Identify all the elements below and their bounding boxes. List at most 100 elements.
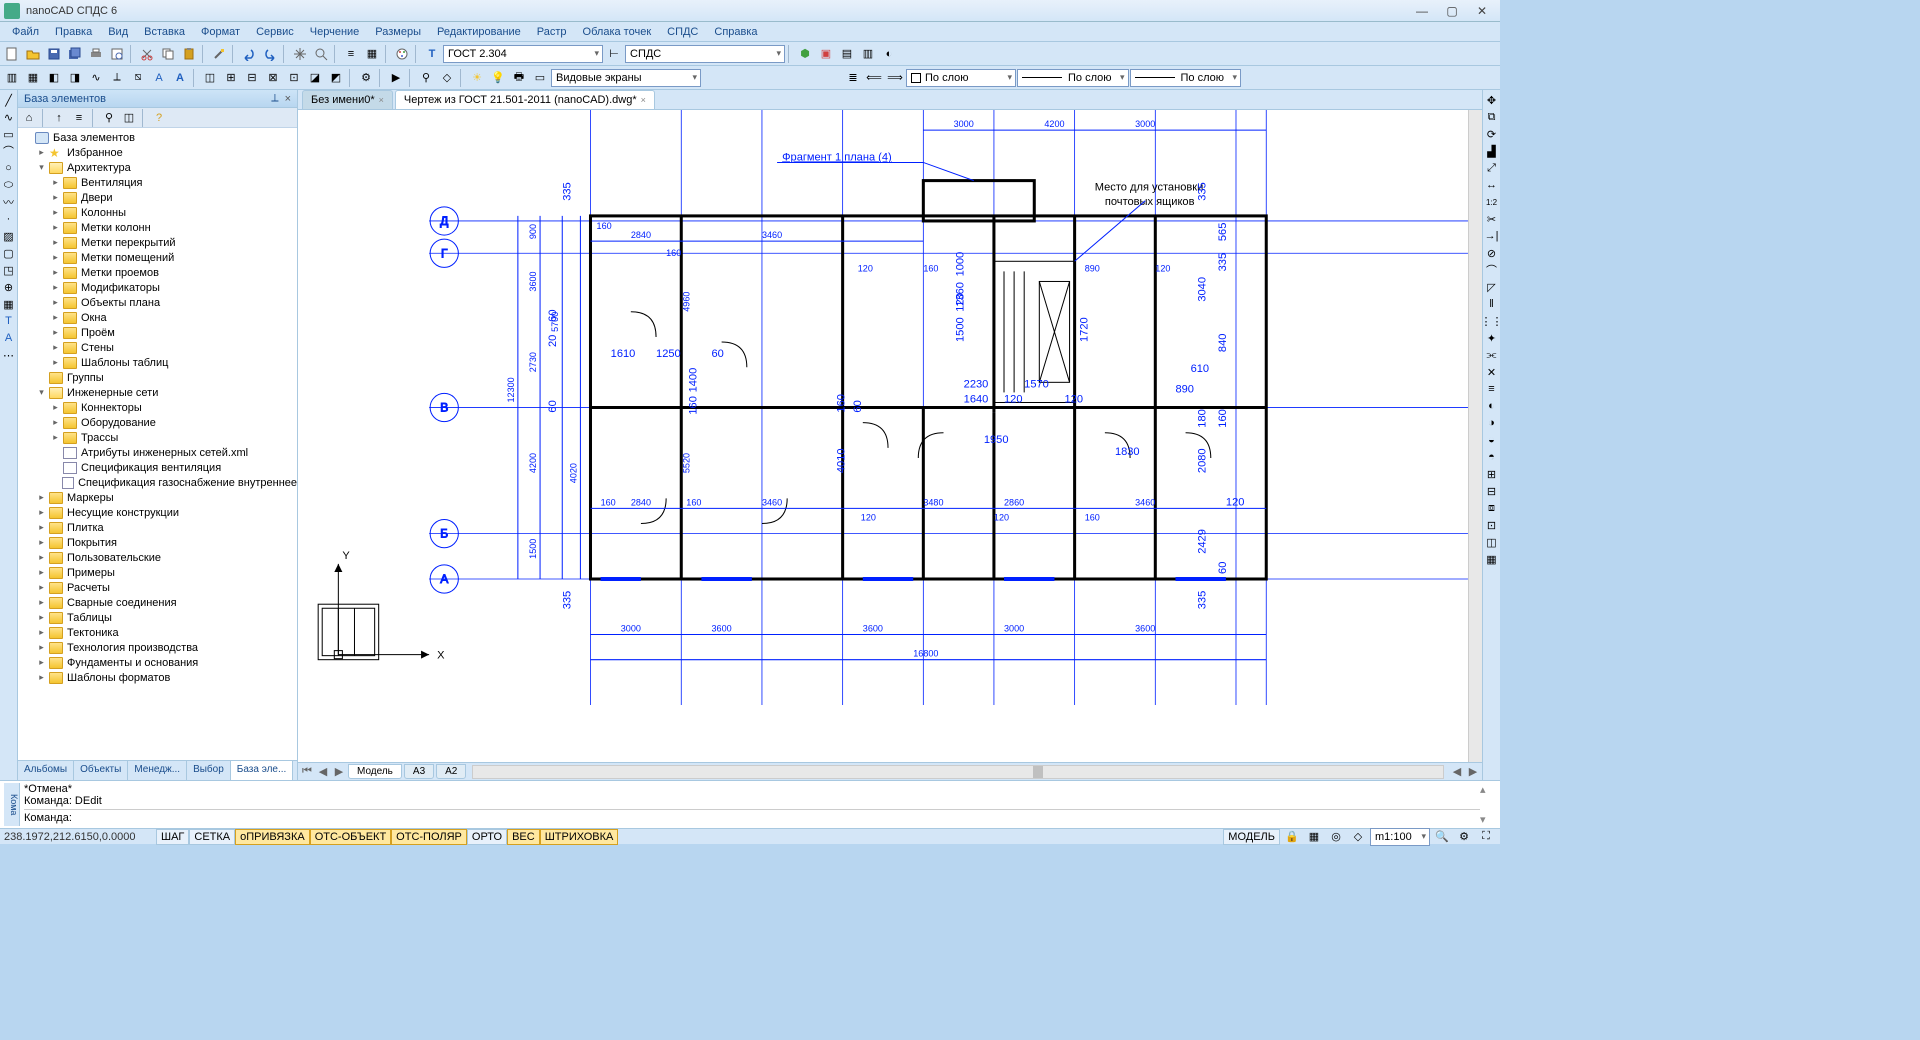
layer1-icon[interactable]: ▥ [2,68,22,88]
app4-icon[interactable]: ▥ [858,44,878,64]
point-tool-icon[interactable]: · [1,211,17,227]
r-mirror-icon[interactable]: ▟ [1484,143,1500,159]
line-tool-icon[interactable]: ╱ [1,92,17,108]
zoom-icon[interactable] [311,44,331,64]
tree-view-icon[interactable]: ◫ [120,110,138,126]
menu-размеры[interactable]: Размеры [367,24,429,40]
layer3-icon[interactable]: ◧ [44,68,64,88]
r-explode-icon[interactable]: ✦ [1484,330,1500,346]
ls2-icon[interactable]: ⊞ [221,68,241,88]
extra1-icon[interactable]: ◇ [437,68,457,88]
status-ВЕС[interactable]: ВЕС [507,829,540,845]
r-array-icon[interactable]: ⋮⋮ [1484,313,1500,329]
tree-find-icon[interactable]: ⚲ [100,110,118,126]
layermgr-icon[interactable]: ≣ [843,68,863,88]
tree-node[interactable]: ▸Вентиляция [18,175,297,190]
insert-tool-icon[interactable]: ⊕ [1,279,17,295]
tree-node[interactable]: ▸Объекты плана [18,295,297,310]
app2-icon[interactable]: ▣ [816,44,836,64]
st-zoom-icon[interactable]: 🔍 [1432,827,1452,847]
tree-node[interactable]: ▸Модификаторы [18,280,297,295]
panel-tab[interactable]: Объекты [74,761,128,780]
tree-node[interactable]: ▸Стены [18,340,297,355]
save-icon[interactable] [44,44,64,64]
play-icon[interactable]: ▶ [386,68,406,88]
sun-icon[interactable]: ☀ [467,68,487,88]
mtext-icon[interactable]: A [170,68,190,88]
status-СЕТКА[interactable]: СЕТКА [189,829,235,845]
tree-node[interactable]: Атрибуты инженерных сетей.xml [18,445,297,460]
r-ex10-icon[interactable]: ▦ [1484,551,1500,567]
tree-node[interactable]: ▾Инженерные сети [18,385,297,400]
r-ex6-icon[interactable]: ⊟ [1484,483,1500,499]
panel-tab[interactable]: База эле... [231,761,294,780]
r-move-icon[interactable]: ✥ [1484,92,1500,108]
new-icon[interactable] [2,44,22,64]
tree-help-icon[interactable]: ? [150,110,168,126]
menu-редактирование[interactable]: Редактирование [429,24,529,40]
st-expand-icon[interactable]: ⛶ [1476,827,1496,847]
tree-node[interactable]: ▸Сварные соединения [18,595,297,610]
close-button[interactable]: ✕ [1468,2,1496,20]
dimstyle-combo[interactable]: СПДС [625,45,785,63]
tree-node[interactable]: ▸Метки колонн [18,220,297,235]
menu-черчение[interactable]: Черчение [302,24,368,40]
status-оПРИВЯЗКА[interactable]: оПРИВЯЗКА [235,829,310,845]
tree-node[interactable]: ▸Метки проемов [18,265,297,280]
tree-node[interactable]: ▸Трассы [18,430,297,445]
r-copy-icon[interactable]: ⧉ [1484,109,1500,125]
layernext-icon[interactable]: ⟹ [885,68,905,88]
menu-сервис[interactable]: Сервис [248,24,302,40]
polyline-icon[interactable]: ∿ [86,68,106,88]
open-icon[interactable] [23,44,43,64]
status-ОТС-ОБЪЕКТ[interactable]: ОТС-ОБЪЕКТ [310,829,391,845]
measure-icon[interactable]: ⟂ [107,68,127,88]
model-tab[interactable]: Модель [348,764,402,779]
scale-combo[interactable]: m1:100 [1370,828,1430,846]
tree-node[interactable]: ▸Окна [18,310,297,325]
v-scrollbar[interactable] [1468,110,1482,762]
hsb-left-icon[interactable]: ◀ [1450,765,1464,778]
textstyle-icon[interactable]: T [422,44,442,64]
r-chamfer-icon[interactable]: ◸ [1484,279,1500,295]
paste-icon[interactable] [179,44,199,64]
st-lock-icon[interactable]: 🔒 [1282,827,1302,847]
status-ШТРИХОВКА[interactable]: ШТРИХОВКА [540,829,619,845]
menu-вид[interactable]: Вид [100,24,136,40]
ls7-icon[interactable]: ◩ [326,68,346,88]
r-trim-icon[interactable]: ✂ [1484,211,1500,227]
ls4-icon[interactable]: ⊠ [263,68,283,88]
menu-справка[interactable]: Справка [706,24,765,40]
pan-icon[interactable] [290,44,310,64]
panel-tab[interactable]: Альбомы [18,761,74,780]
tree-node[interactable]: ▸Пользовательские [18,550,297,565]
app5-icon[interactable]: ◐ [879,44,899,64]
h-scrollbar[interactable] [472,765,1444,779]
minimize-button[interactable]: — [1408,2,1436,20]
command-line[interactable]: Кома *Отмена* Команда: DEdit Команда: ▴▾ [0,780,1500,828]
r-join-icon[interactable]: ⫘ [1484,347,1500,363]
dimstyle-icon[interactable]: ⊢ [604,44,624,64]
panel-close-icon[interactable]: × [285,93,291,105]
doc-tab[interactable]: Чертеж из ГОСТ 21.501-2011 (nanoCAD).dwg… [395,90,655,109]
tree-node[interactable]: ▸Фундаменты и основания [18,655,297,670]
tree-node[interactable]: ▸Покрытия [18,535,297,550]
text-tool-icon[interactable]: T [1,313,17,329]
layout-tab-a3[interactable]: А3 [404,764,434,779]
r-stretch-icon[interactable]: ↔ [1484,177,1500,193]
status-ШАГ[interactable]: ШАГ [156,829,189,845]
tree-node[interactable]: ▸Колонны [18,205,297,220]
text-icon[interactable]: A [149,68,169,88]
copyprops-icon[interactable] [209,44,229,64]
r-break-icon[interactable]: ⊘ [1484,245,1500,261]
more-tool-icon[interactable]: ⋯ [1,347,17,363]
panel-title-bar[interactable]: База элементов ⟂ × [18,90,297,108]
layout-tab-a2[interactable]: А2 [436,764,466,779]
bulb-icon[interactable]: 💡 [488,68,508,88]
r-offset-icon[interactable]: ‖ [1484,296,1500,312]
arc-tool-icon[interactable]: ⌒ [1,143,17,159]
st-grid-icon[interactable]: ▦ [1304,827,1324,847]
tool-a-icon[interactable]: ≡ [341,44,361,64]
find-icon[interactable]: ⚲ [416,68,436,88]
mtext-tool-icon[interactable]: A [1,330,17,346]
